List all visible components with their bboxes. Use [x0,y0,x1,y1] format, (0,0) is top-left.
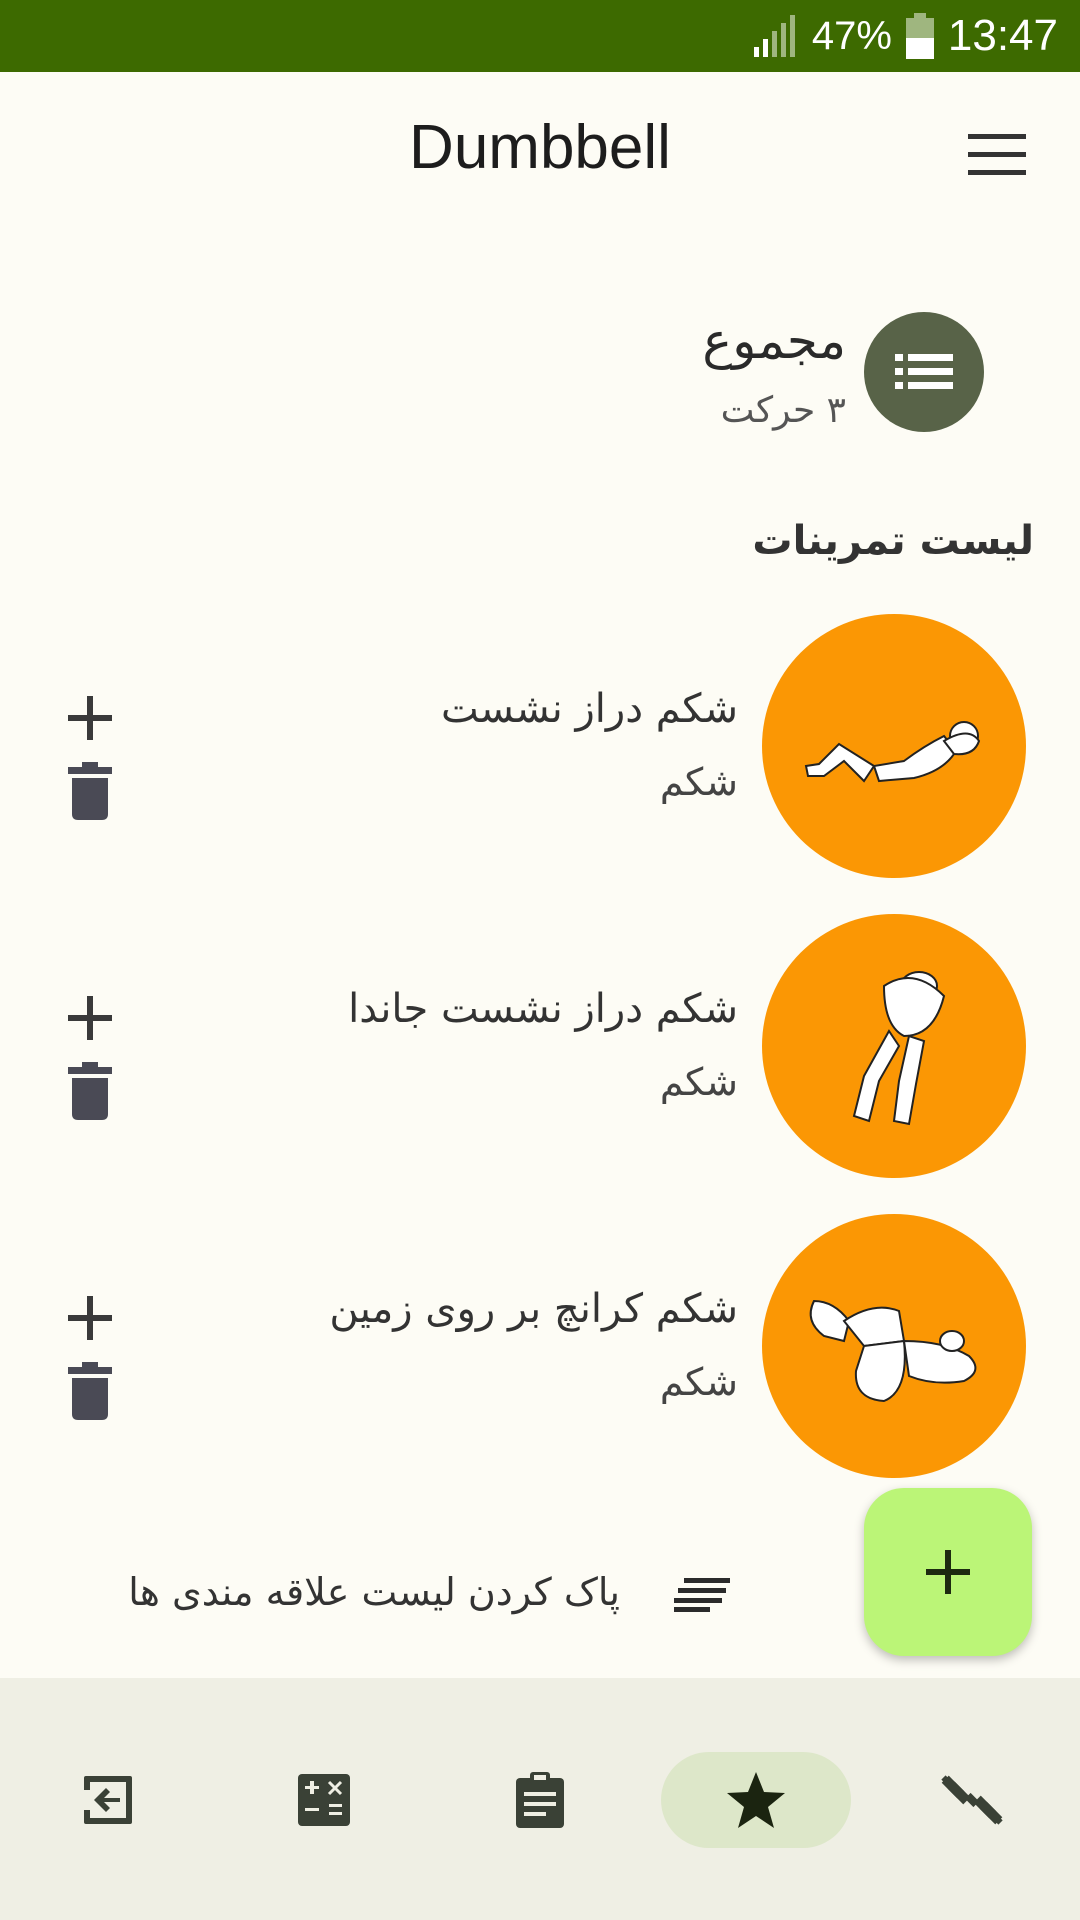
list-icon [895,354,953,389]
trash-icon [68,1362,112,1420]
nav-item-clipboard[interactable] [445,1752,635,1848]
app-title: Dumbbell [409,113,671,182]
exercise-image [762,614,1026,878]
exercise-list-title: لیست تمرینات [752,518,1034,564]
add-exercise-button[interactable] [66,694,114,742]
exercise-image [762,1214,1026,1478]
clock: 13:47 [947,11,1058,60]
delete-exercise-button[interactable] [68,1362,112,1420]
situp-figure-icon [804,721,981,783]
floor-crunch-figure-icon [809,1299,977,1403]
hamburger-menu-icon [968,134,1026,175]
clear-favorites-label: پاک کردن لیست علاقه مندی ها [128,1570,620,1614]
trash-icon [68,762,112,820]
exercise-item[interactable]: شکم دراز نشست شکم [0,614,1080,878]
add-exercise-button[interactable] [66,994,114,1042]
nav-item-exercises[interactable] [877,1752,1067,1848]
clear-list-icon [674,1578,730,1612]
menu-button[interactable] [968,132,1026,178]
exercise-category: شکم [659,1060,738,1104]
exit-icon [84,1776,132,1824]
exercise-image [762,914,1026,1178]
battery-percent: 47% [811,13,892,58]
status-bar: 47% 13:47 [0,0,1080,72]
summary-card: مجموع ۳ حرکت [384,312,984,432]
nav-item-calculator[interactable] [229,1752,419,1848]
delete-exercise-button[interactable] [68,762,112,820]
add-fab-button[interactable] [864,1488,1032,1656]
exercise-item[interactable]: شکم دراز نشست جاندا شکم [0,914,1080,1178]
exercise-category: شکم [659,1360,738,1404]
signal-icon [753,15,795,57]
summary-count: ۳ حرکت [720,390,846,431]
status-indicators: 47% 13:47 [752,0,1058,72]
battery-icon [905,13,934,59]
calculator-icon [298,1774,350,1826]
exercise-name: شکم کرانچ بر روی زمین [329,1286,738,1332]
nav-item-favorites[interactable] [661,1752,851,1848]
exercise-name: شکم دراز نشست جاندا [348,986,738,1032]
summary-icon-circle [864,312,984,432]
exercise-item[interactable]: شکم کرانچ بر روی زمین شکم [0,1214,1080,1478]
star-icon [727,1772,785,1828]
trash-icon [68,1062,112,1120]
exercise-name: شکم دراز نشست [441,686,738,732]
exercise-category: شکم [659,760,738,804]
delete-exercise-button[interactable] [68,1062,112,1120]
clipboard-icon [516,1772,564,1828]
plus-icon [68,1296,112,1340]
summary-title: مجموع [702,312,846,370]
nav-item-exit[interactable] [13,1752,203,1848]
clear-favorites-button[interactable]: پاک کردن لیست علاقه مندی ها [90,1568,730,1624]
bottom-navigation [0,1678,1080,1920]
situp-legs-up-figure-icon [852,971,946,1126]
plus-icon [68,996,112,1040]
dumbbell-icon [941,1775,1003,1825]
add-exercise-button[interactable] [66,1294,114,1342]
plus-icon [68,696,112,740]
plus-icon [926,1550,970,1594]
app-bar: Dumbbell [0,72,1080,232]
